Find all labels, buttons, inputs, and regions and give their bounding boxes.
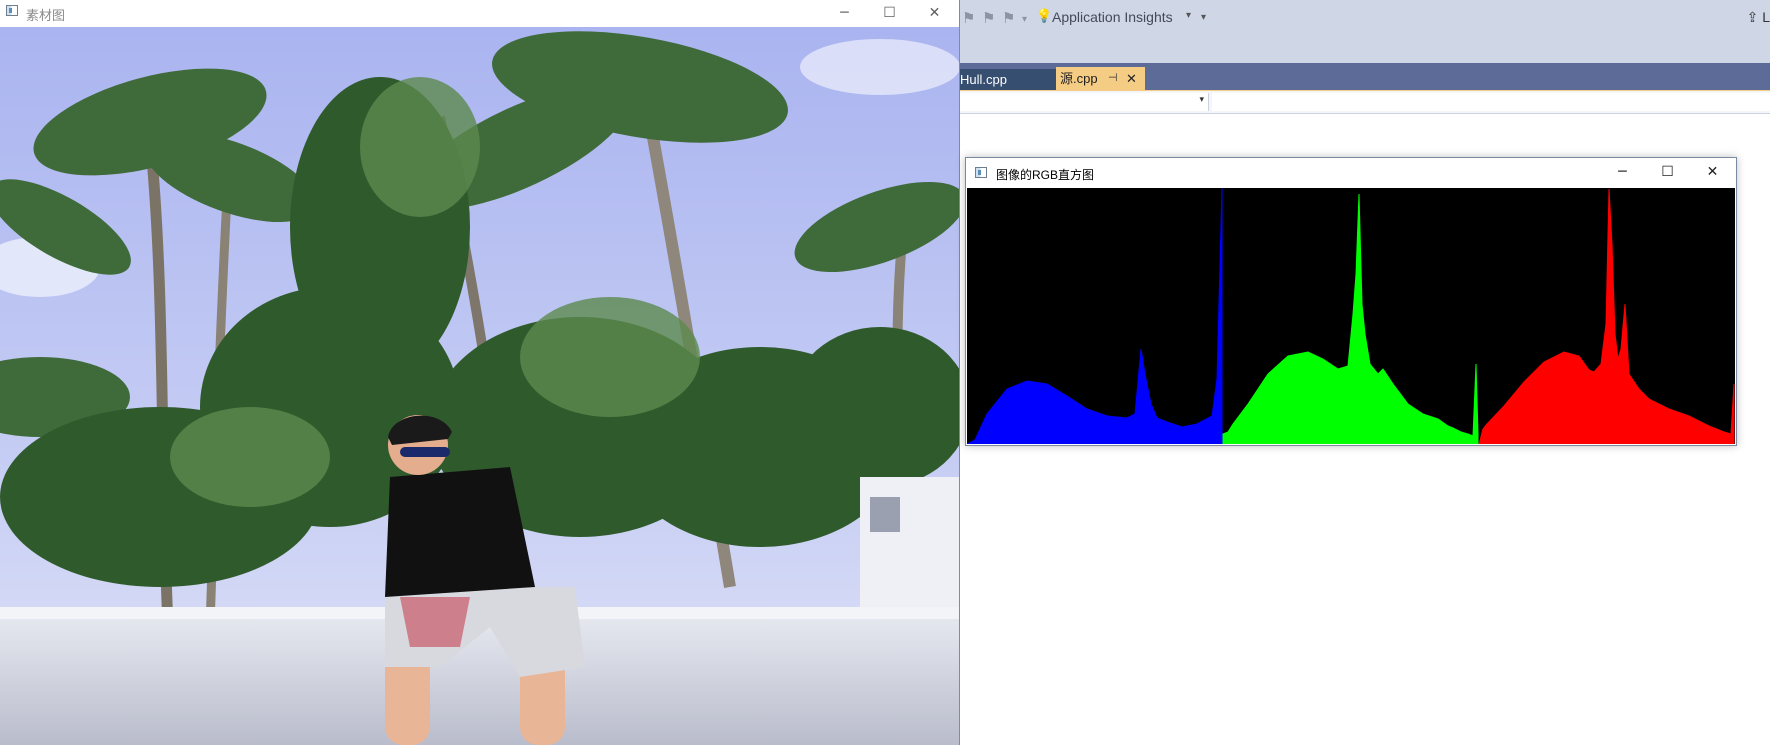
app-icon <box>6 5 18 16</box>
window-title: 素材图 <box>26 8 66 23</box>
tab-hull-cpp[interactable]: Hull.cpp <box>960 69 1056 90</box>
scope-dropdown[interactable]: ▾ <box>960 93 1209 111</box>
histogram-window-titlebar[interactable]: 图像的RGB直方图 ─ ☐ ✕ <box>966 158 1736 188</box>
photo-scene <box>0 27 959 745</box>
close-tab-icon[interactable]: ✕ <box>1126 67 1137 90</box>
toolbar-overflow-button[interactable]: ▾ <box>1201 12 1206 23</box>
close-button[interactable]: ✕ <box>1690 158 1735 188</box>
member-dropdown[interactable] <box>1212 93 1770 111</box>
photo-image <box>0 27 959 745</box>
image-window-titlebar[interactable]: 素材图 ─ ☐ ✕ <box>0 0 959 27</box>
histogram-window: 图像的RGB直方图 ─ ☐ ✕ <box>965 157 1737 446</box>
document-tab-strip: Hull.cpp 源.cpp ⊣ ✕ <box>960 63 1770 90</box>
maximize-button[interactable]: ☐ <box>1645 158 1690 188</box>
close-button[interactable]: ✕ <box>912 0 957 27</box>
tab-source-cpp[interactable]: 源.cpp ⊣ ✕ <box>1056 67 1145 90</box>
minimize-button[interactable]: ─ <box>1600 158 1645 188</box>
tab-label: 源.cpp <box>1060 71 1098 86</box>
live-share-button[interactable]: ⇪ L <box>1747 9 1770 26</box>
pin-icon[interactable]: ⊣ <box>1108 67 1118 90</box>
histogram-series-0 <box>967 188 1223 444</box>
bookmark-icon[interactable]: ⚑ <box>962 9 975 27</box>
tab-label: Hull.cpp <box>960 72 1007 87</box>
chevron-down-icon[interactable]: ▾ <box>1186 10 1191 21</box>
navigation-bar: ▾ <box>960 90 1770 114</box>
minimize-button[interactable]: ─ <box>822 0 867 27</box>
toolbar-overflow-icon[interactable]: ▾ <box>1022 14 1027 25</box>
vs-toolbar: ⚑ ⚑ ⚑ ▾ 💡 Application Insights ▾ ▾ ⇪ L <box>960 0 1770 63</box>
maximize-button[interactable]: ☐ <box>867 0 912 27</box>
image-window: 素材图 ─ ☐ ✕ <box>0 0 960 745</box>
rgb-histogram-chart <box>967 188 1735 444</box>
lightbulb-icon: 💡 <box>1036 9 1053 24</box>
application-insights-button[interactable]: Application Insights <box>1052 9 1173 25</box>
bookmark-prev-icon[interactable]: ⚑ <box>982 9 995 27</box>
window-title: 图像的RGB直方图 <box>996 168 1095 182</box>
bookmark-next-icon[interactable]: ⚑ <box>1002 9 1015 27</box>
app-icon <box>975 167 987 178</box>
histogram-series-2 <box>1478 188 1735 444</box>
histogram-series-1 <box>1222 193 1479 444</box>
chevron-down-icon: ▾ <box>1199 94 1204 104</box>
